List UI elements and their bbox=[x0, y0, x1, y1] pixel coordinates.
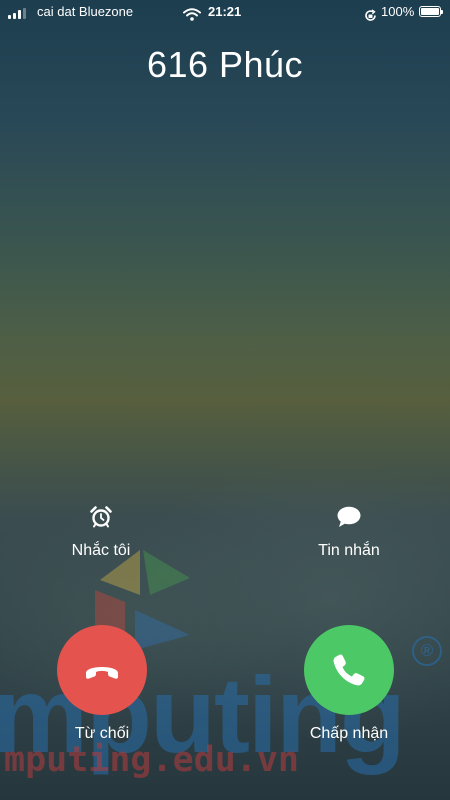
carrier-name: cai dat Bluezone bbox=[37, 4, 134, 19]
alarm-clock-icon bbox=[31, 505, 171, 534]
accept-label: Chấp nhận bbox=[309, 725, 389, 742]
battery-percent: 100% bbox=[381, 4, 415, 19]
battery-icon bbox=[419, 6, 443, 17]
remind-me-button[interactable]: Nhắc tôi bbox=[31, 505, 171, 560]
watermark-registered-mark: ® bbox=[412, 636, 442, 666]
status-bar: cai dat Bluezone 21:21 100% bbox=[0, 0, 450, 24]
remind-me-label: Nhắc tôi bbox=[71, 542, 131, 559]
message-button[interactable]: Tin nhắn bbox=[279, 505, 419, 560]
phone-icon bbox=[333, 654, 365, 686]
accept-button[interactable] bbox=[304, 625, 394, 715]
decline-label: Từ chối bbox=[74, 725, 130, 742]
hang-up-phone-icon bbox=[86, 667, 118, 679]
speech-bubble-icon bbox=[279, 505, 419, 534]
status-time: 21:21 bbox=[208, 4, 242, 19]
caller-name: 616 Phúc bbox=[146, 44, 304, 85]
orientation-lock-icon bbox=[364, 6, 377, 30]
message-label: Tin nhắn bbox=[318, 542, 380, 559]
signal-icon bbox=[8, 8, 28, 19]
wifi-icon bbox=[183, 5, 201, 29]
watermark-url: mputing.edu.vn bbox=[4, 740, 300, 780]
decline-button[interactable] bbox=[57, 625, 147, 715]
